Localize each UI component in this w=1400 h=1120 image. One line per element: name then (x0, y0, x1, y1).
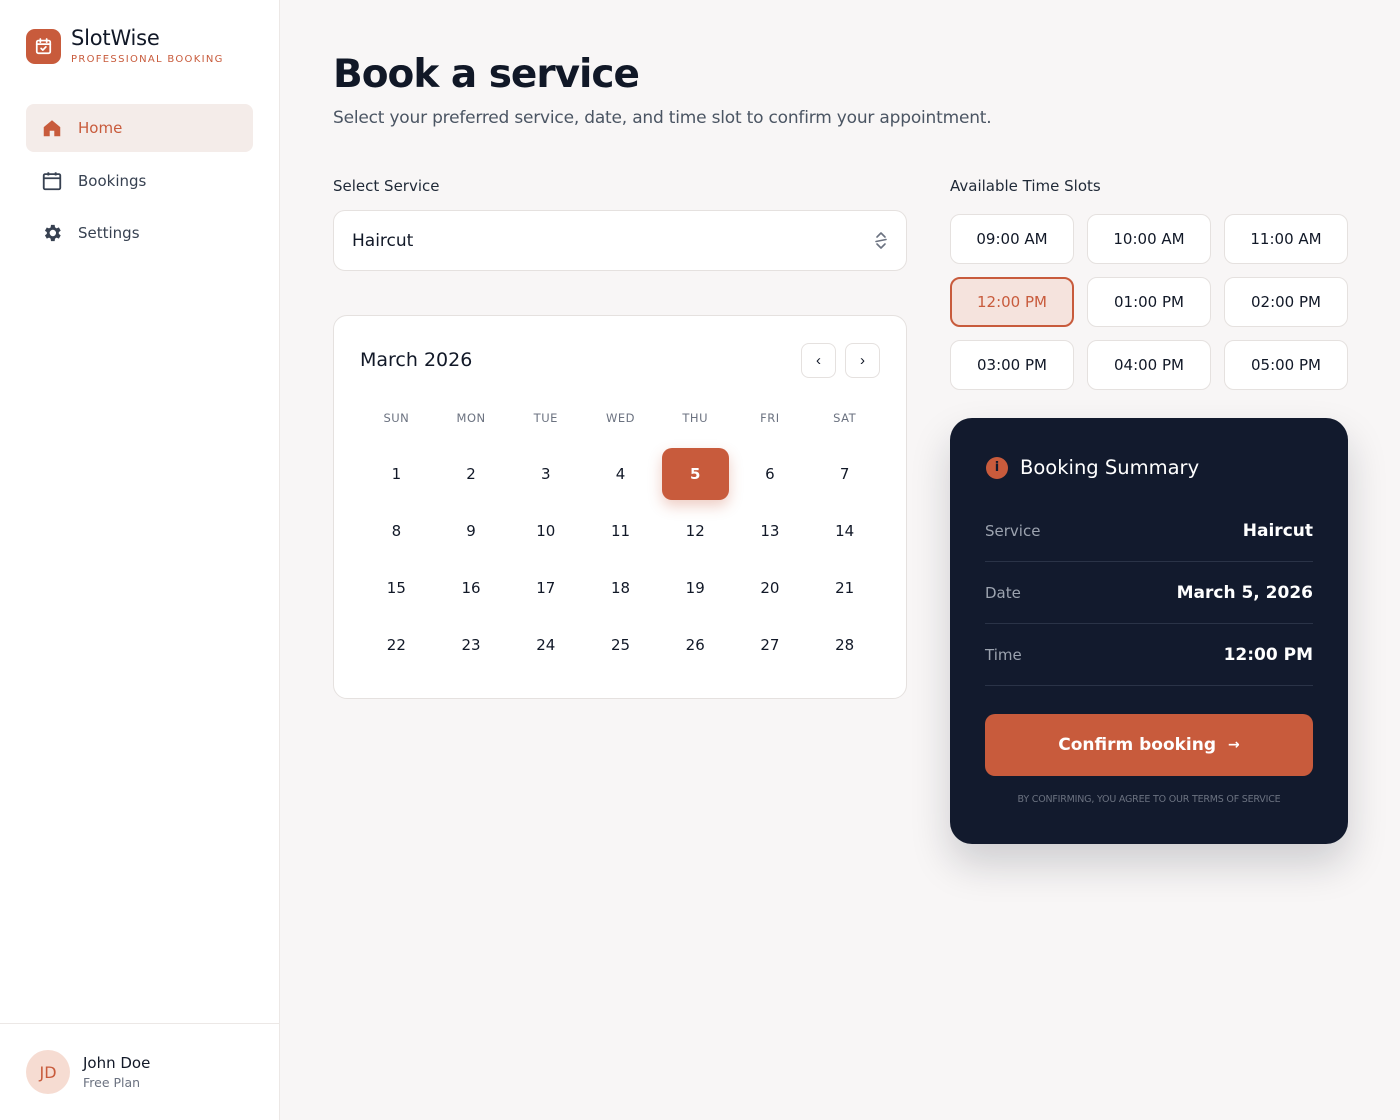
summary-row-date: Date March 5, 2026 (985, 562, 1313, 624)
time-slot[interactable]: 02:00 PM (1224, 277, 1348, 327)
calendar-day[interactable]: 4 (587, 448, 654, 500)
time-slot[interactable]: 05:00 PM (1224, 340, 1348, 390)
calendar-day[interactable]: 15 (363, 562, 430, 614)
calendar-day[interactable]: 3 (512, 448, 579, 500)
time-slot[interactable]: 09:00 AM (950, 214, 1074, 264)
time-slot[interactable]: 03:00 PM (950, 340, 1074, 390)
calendar-day[interactable]: 10 (512, 505, 579, 557)
summary-row-service: Service Haircut (985, 500, 1313, 562)
calendar-day[interactable]: 7 (811, 448, 878, 500)
calendar-day[interactable]: 20 (737, 562, 804, 614)
sidebar-item-label: Settings (78, 224, 140, 242)
weekday-label: THU (682, 411, 708, 425)
calendar-month: March 2026 (360, 349, 473, 371)
time-slot-grid: 09:00 AM 10:00 AM 11:00 AM 12:00 PM 01:00 PM… (950, 214, 1348, 390)
service-select[interactable]: Haircut (333, 210, 907, 271)
sidebar-item-home[interactable]: Home (26, 104, 253, 152)
time-slot[interactable]: 01:00 PM (1087, 277, 1211, 327)
user-profile[interactable]: JD John Doe Free Plan (0, 1023, 279, 1120)
sidebar-item-label: Home (78, 119, 123, 137)
page-subtitle: Select your preferred service, date, and… (333, 108, 992, 128)
calendar-day[interactable]: 14 (811, 505, 878, 557)
calendar-day[interactable]: 18 (587, 562, 654, 614)
user-plan: Free Plan (83, 1075, 141, 1090)
summary-label: Service (985, 521, 1041, 540)
user-name: John Doe (83, 1054, 151, 1072)
calendar-day[interactable]: 28 (811, 619, 878, 671)
calendar-day[interactable]: 6 (737, 448, 804, 500)
service-select-value: Haircut (352, 230, 414, 251)
gear-icon (44, 224, 61, 242)
calendar-day[interactable]: 19 (662, 562, 729, 614)
select-service-label: Select Service (333, 177, 440, 195)
summary-value: Haircut (1242, 520, 1313, 541)
summary-value: 12:00 PM (1223, 644, 1313, 665)
calendar-icon (42, 171, 62, 190)
calendar-day[interactable]: 24 (512, 619, 579, 671)
sidebar-item-label: Bookings (78, 171, 147, 190)
summary-title: Booking Summary (1020, 456, 1200, 479)
summary-row-time: Time 12:00 PM (985, 624, 1313, 686)
calendar-days: 1 2 3 4 5 6 7 8 9 10 11 12 13 14 15 16 17 18 19 20 21 22 23 24 2… (359, 448, 882, 671)
brand-name: SlotWise (71, 26, 160, 50)
time-slot-selected[interactable]: 12:00 PM (950, 277, 1074, 327)
info-icon: i (986, 456, 1008, 479)
terms-notice: BY CONFIRMING, YOU AGREE TO OUR TERMS OF… (1017, 794, 1281, 805)
home-icon (43, 120, 61, 137)
confirm-booking-button[interactable]: Confirm booking → (985, 714, 1313, 776)
weekday-label: FRI (760, 411, 780, 425)
chevron-up-down-icon (875, 232, 887, 249)
calendar-day[interactable]: 25 (587, 619, 654, 671)
calendar-day[interactable]: 2 (438, 448, 505, 500)
summary-label: Time (985, 645, 1022, 664)
calendar-day[interactable]: 23 (438, 619, 505, 671)
calendar-check-icon (26, 28, 61, 64)
calendar-day[interactable]: 17 (512, 562, 579, 614)
calendar-day[interactable]: 11 (587, 505, 654, 557)
summary-label: Date (985, 583, 1021, 602)
calendar-day[interactable]: 9 (438, 505, 505, 557)
sidebar-item-bookings[interactable]: Bookings (26, 157, 253, 205)
weekday-label: WED (605, 411, 635, 425)
next-month-button[interactable]: › (845, 343, 880, 378)
calendar-day[interactable]: 26 (662, 619, 729, 671)
confirm-booking-label: Confirm booking (1058, 735, 1217, 755)
calendar-day[interactable]: 16 (438, 562, 505, 614)
page-title: Book a service (333, 52, 640, 97)
calendar-day-selected[interactable]: 5 (661, 448, 729, 500)
calendar-day[interactable]: 22 (363, 619, 430, 671)
time-slot[interactable]: 10:00 AM (1087, 214, 1211, 264)
time-slot[interactable]: 04:00 PM (1087, 340, 1211, 390)
calendar-day[interactable]: 27 (737, 619, 804, 671)
weekday-header: SUN MON TUE WED THU FRI SAT (359, 411, 882, 431)
time-slot[interactable]: 11:00 AM (1224, 214, 1348, 264)
arrow-right-icon: → (1228, 737, 1240, 753)
calendar-grid: SUN MON TUE WED THU FRI SAT 1 2 3 4 5 6 7 8 9 10 11 12 13 1… (359, 411, 882, 671)
sidebar: SlotWise PROFESSIONAL BOOKING Home Booki… (0, 0, 280, 1120)
booking-summary: i Booking Summary Service Haircut Date M… (950, 418, 1348, 844)
calendar: March 2026 ‹ › SUN MON TUE WED THU FRI SAT 123… (333, 315, 907, 699)
summary-value: March 5, 2026 (1176, 582, 1313, 603)
calendar-day[interactable]: 21 (811, 562, 878, 614)
brand-tagline: PROFESSIONAL BOOKING (71, 54, 224, 65)
avatar: JD (26, 1050, 70, 1094)
calendar-day[interactable]: 8 (363, 505, 430, 557)
time-slots-label: Available Time Slots (950, 177, 1101, 195)
weekday-label: MON (456, 411, 486, 425)
sidebar-nav: Home Bookings Settings (26, 104, 253, 262)
calendar-day[interactable]: 12 (662, 505, 729, 557)
weekday-label: SUN (383, 411, 410, 425)
prev-month-button[interactable]: ‹ (801, 343, 836, 378)
calendar-day[interactable]: 1 (363, 448, 430, 500)
brand[interactable]: SlotWise PROFESSIONAL BOOKING (26, 26, 224, 66)
weekday-label: TUE (533, 411, 558, 425)
weekday-label: SAT (833, 411, 857, 425)
calendar-day[interactable]: 13 (737, 505, 804, 557)
sidebar-item-settings[interactable]: Settings (26, 209, 253, 257)
